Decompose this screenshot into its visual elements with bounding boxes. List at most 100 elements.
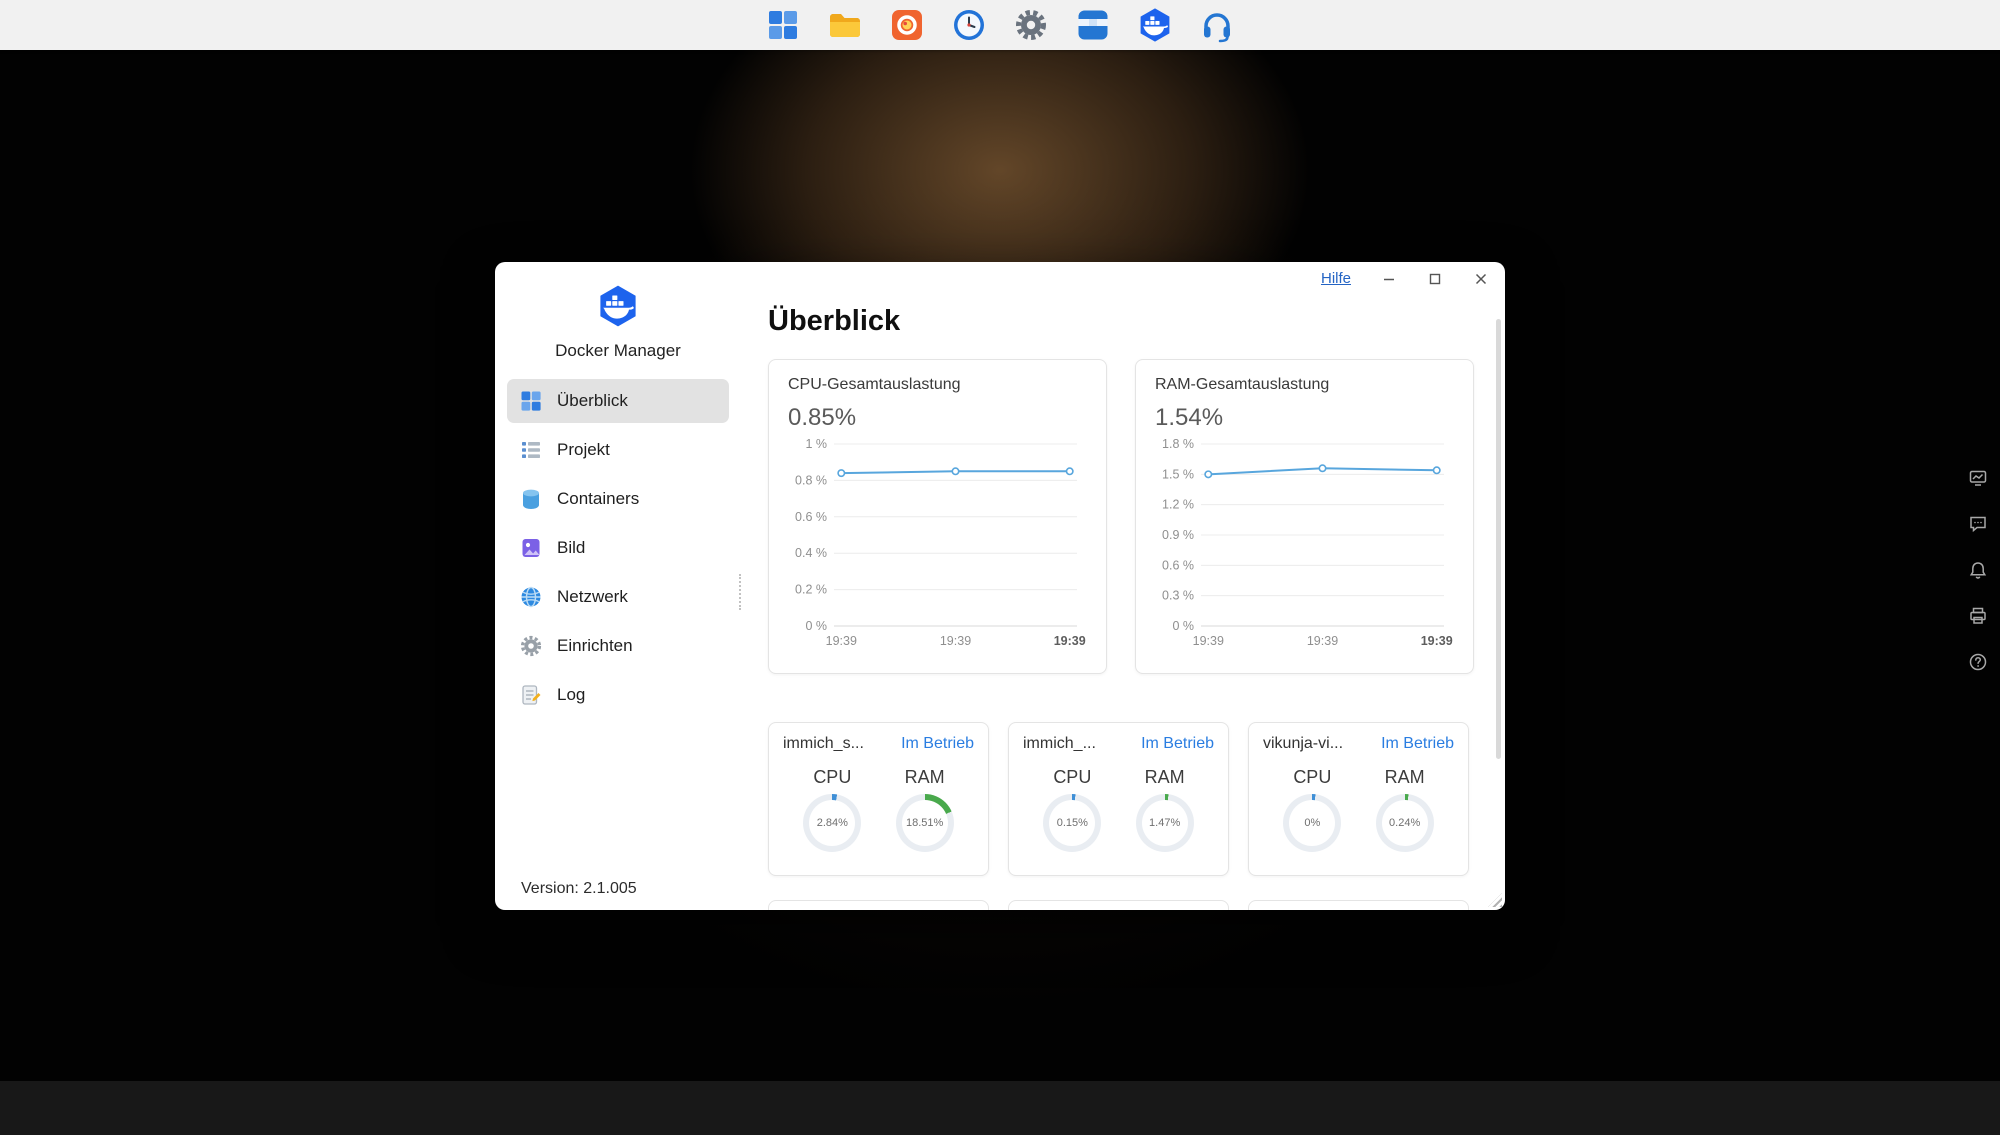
sidebar-item-netzwerk[interactable]: Netzwerk: [507, 575, 729, 619]
log-document-icon: [519, 683, 543, 707]
gear-icon: [519, 634, 543, 658]
main-content: Überblick CPU-Gesamtauslastung 0.85% 1 %…: [741, 262, 1505, 910]
notifications-bell-icon[interactable]: [1968, 560, 1988, 580]
support-headset-icon[interactable]: [1199, 7, 1235, 43]
svg-text:0.4 %: 0.4 %: [795, 546, 827, 560]
cpu-gauge: CPU 0.15%: [1029, 767, 1115, 852]
sidebar-item-label: Containers: [557, 489, 639, 509]
photos-icon[interactable]: [889, 7, 925, 43]
container-card-partial: [1248, 900, 1469, 910]
sidebar-item-log[interactable]: Log: [507, 673, 729, 717]
ram-gauge-value: 0.24%: [1382, 800, 1428, 846]
cpu-gauge-value: 0.15%: [1049, 800, 1095, 846]
container-cards-row-partial: [768, 900, 1471, 910]
version-label: Version: 2.1.005: [521, 880, 637, 898]
sidebar-item-label: Überblick: [557, 391, 628, 411]
ram-gauge-ring: 0.24%: [1376, 794, 1434, 852]
charts-row: CPU-Gesamtauslastung 0.85% 1 % 0.8 % 0.6 %…: [768, 359, 1471, 674]
sidebar-item-label: Netzwerk: [557, 587, 628, 607]
chart-title: CPU-Gesamtauslastung: [788, 374, 1087, 395]
ram-usage-card: RAM-Gesamtauslastung 1.54% 1.8 %1.5 %1.2…: [1135, 359, 1474, 674]
chart-current-value: 1.54%: [1155, 403, 1454, 432]
chart-current-value: 0.85%: [788, 403, 1087, 432]
ram-gauge: RAM 0.24%: [1362, 767, 1448, 852]
svg-text:0.8 %: 0.8 %: [795, 473, 827, 487]
cpu-usage-chart: 1 %0.8 %0.6 %0.4 %0.2 %0 %19:3919:3919:3…: [788, 436, 1087, 657]
app-title: Docker Manager: [507, 340, 729, 361]
print-icon[interactable]: [1968, 606, 1988, 626]
container-status-badge: Im Betrieb: [1381, 735, 1454, 753]
container-status-badge: Im Betrieb: [901, 735, 974, 753]
chart-title: RAM-Gesamtauslastung: [1155, 374, 1454, 395]
clock-icon[interactable]: [951, 7, 987, 43]
window-scrollbar[interactable]: [1496, 319, 1501, 759]
cpu-gauge: CPU 0%: [1269, 767, 1355, 852]
desktop: Hilfe Docker Manager: [0, 0, 2000, 1135]
svg-text:0.3 %: 0.3 %: [1162, 589, 1194, 603]
container-card-partial: [1008, 900, 1229, 910]
ram-gauge: RAM 18.51%: [882, 767, 968, 852]
sidebar-item-ueberblick[interactable]: Überblick: [507, 379, 729, 423]
settings-gear-icon[interactable]: [1013, 7, 1049, 43]
svg-text:19:39: 19:39: [1193, 634, 1224, 648]
network-globe-icon: [519, 585, 543, 609]
container-name: immich_s...: [783, 735, 864, 753]
help-icon[interactable]: [1968, 652, 1988, 672]
desktop-wallpaper-floor: [0, 1081, 2000, 1135]
window-controls: Hilfe: [1321, 270, 1489, 287]
sidebar-item-einrichten[interactable]: Einrichten: [507, 624, 729, 668]
sidebar-menu: Überblick Projekt: [507, 379, 729, 717]
svg-text:19:39: 19:39: [1307, 634, 1338, 648]
cpu-gauge-value: 2.84%: [809, 800, 855, 846]
docker-app-icon[interactable]: [1137, 7, 1173, 43]
cpu-gauge-ring: 2.84%: [803, 794, 861, 852]
ram-usage-chart: 1.8 %1.5 %1.2 %0.9 %0.6 %0.3 %0 %19:3919…: [1155, 436, 1454, 657]
svg-text:0.6 %: 0.6 %: [795, 510, 827, 524]
svg-text:19:39: 19:39: [1421, 634, 1453, 648]
help-link[interactable]: Hilfe: [1321, 270, 1351, 287]
maximize-button[interactable]: [1427, 271, 1443, 287]
ram-gauge-value: 18.51%: [902, 800, 948, 846]
svg-text:0 %: 0 %: [1172, 619, 1194, 633]
ram-gauge-value: 1.47%: [1142, 800, 1188, 846]
widgets-icon[interactable]: [1968, 468, 1988, 488]
container-name: vikunja-vi...: [1263, 735, 1343, 753]
gauge-label: CPU: [1029, 767, 1115, 788]
file-manager-icon[interactable]: [827, 7, 863, 43]
sidebar-item-label: Projekt: [557, 440, 610, 460]
container-name: immich_...: [1023, 735, 1096, 753]
container-cylinder-icon: [519, 487, 543, 511]
sidebar-item-bild[interactable]: Bild: [507, 526, 729, 570]
ram-gauge-ring: 18.51%: [896, 794, 954, 852]
cpu-gauge-ring: 0.15%: [1043, 794, 1101, 852]
image-icon: [519, 536, 543, 560]
sidebar: Docker Manager Überblick: [495, 262, 741, 910]
container-card: vikunja-vi... Im Betrieb CPU 0% RAM: [1248, 722, 1469, 876]
sidebar-item-containers[interactable]: Containers: [507, 477, 729, 521]
container-card-partial: [768, 900, 989, 910]
svg-text:19:39: 19:39: [826, 634, 857, 648]
svg-text:0.6 %: 0.6 %: [1162, 558, 1194, 572]
cpu-usage-card: CPU-Gesamtauslastung 0.85% 1 % 0.8 % 0.6 %…: [768, 359, 1107, 674]
container-cards-row: immich_s... Im Betrieb CPU 2.84% RAM: [768, 722, 1471, 876]
close-button[interactable]: [1473, 271, 1489, 287]
page-title: Überblick: [768, 304, 1471, 338]
minimize-button[interactable]: [1381, 271, 1397, 287]
docker-logo-icon: [596, 284, 640, 328]
gauge-label: RAM: [882, 767, 968, 788]
desktop-side-panel: [1968, 468, 1988, 672]
sidebar-item-projekt[interactable]: Projekt: [507, 428, 729, 472]
project-list-icon: [519, 438, 543, 462]
svg-text:0 %: 0 %: [805, 619, 827, 633]
package-center-icon[interactable]: [1075, 7, 1111, 43]
cpu-gauge-ring: 0%: [1283, 794, 1341, 852]
svg-text:1.2 %: 1.2 %: [1162, 498, 1194, 512]
svg-text:19:39: 19:39: [940, 634, 971, 648]
app-launcher-icon[interactable]: [765, 7, 801, 43]
svg-text:1 %: 1 %: [805, 437, 827, 451]
chat-icon[interactable]: [1968, 514, 1988, 534]
container-card: immich_s... Im Betrieb CPU 2.84% RAM: [768, 722, 989, 876]
overview-grid-icon: [519, 389, 543, 413]
gauge-label: CPU: [1269, 767, 1355, 788]
gauge-label: RAM: [1362, 767, 1448, 788]
